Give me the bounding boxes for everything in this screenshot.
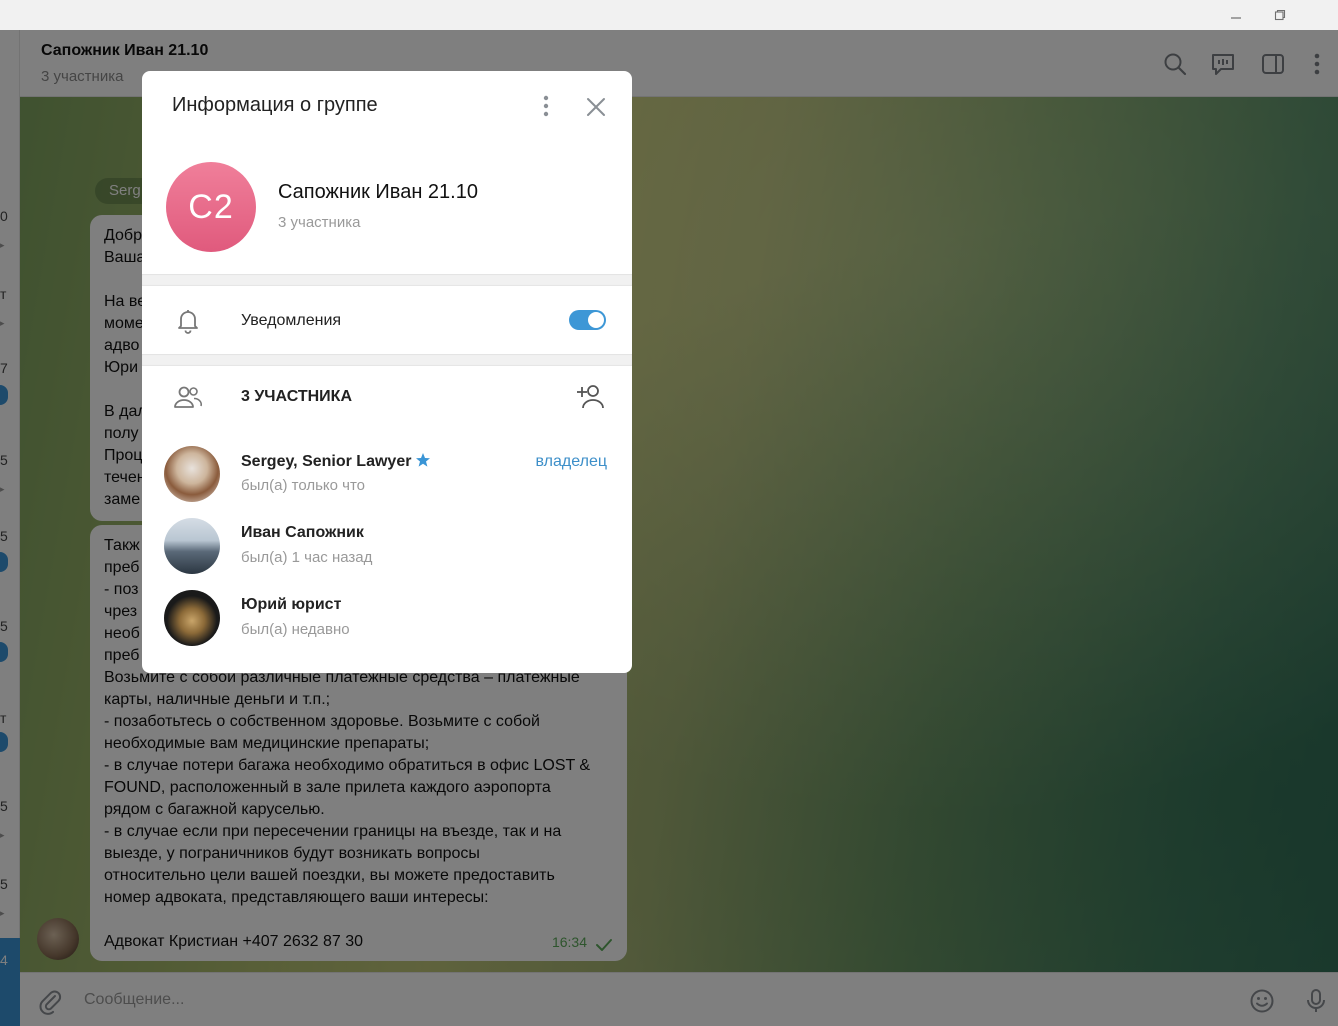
verified-star-icon	[415, 452, 431, 468]
bell-icon	[175, 307, 201, 335]
member-avatar	[164, 446, 220, 502]
restore-icon[interactable]	[1257, 0, 1303, 30]
group-avatar-initials: С2	[188, 187, 234, 226]
group-member-count: 3 участника	[278, 214, 361, 231]
member-name: Sergey, Senior Lawyer	[241, 453, 412, 470]
member-item-yuriy[interactable]: Юрий юрист был(а) недавно	[142, 588, 632, 658]
notifications-toggle[interactable]	[569, 310, 606, 330]
group-info-dialog: Информация о группе С2 Сапожник Иван 21.…	[142, 71, 632, 673]
minimize-icon[interactable]	[1213, 0, 1259, 30]
add-member-icon[interactable]	[576, 382, 606, 410]
section-divider	[142, 274, 632, 286]
member-name: Иван Сапожник	[241, 524, 364, 541]
section-divider	[142, 354, 632, 366]
dialog-title: Информация о группе	[172, 94, 378, 116]
member-item-sergey[interactable]: Sergey, Senior Lawyer был(а) только что …	[142, 444, 632, 514]
notifications-label: Уведомления	[241, 312, 342, 329]
window-titlebar	[0, 0, 1338, 30]
member-item-ivan[interactable]: Иван Сапожник был(а) 1 час назад	[142, 516, 632, 586]
members-header: 3 УЧАСТНИКА	[241, 388, 352, 405]
member-role-badge: владелец	[535, 453, 607, 470]
members-icon	[173, 384, 203, 410]
member-status: был(а) только что	[241, 477, 366, 494]
member-avatar	[164, 590, 220, 646]
member-avatar	[164, 518, 220, 574]
more-vertical-icon[interactable]	[534, 93, 558, 119]
close-icon[interactable]	[583, 94, 609, 120]
toggle-knob	[588, 312, 604, 328]
group-avatar[interactable]: С2	[166, 162, 256, 252]
member-status: был(а) 1 час назад	[241, 549, 373, 566]
group-name: Сапожник Иван 21.10	[278, 181, 478, 203]
member-name: Юрий юрист	[241, 596, 342, 613]
member-status: был(а) недавно	[241, 621, 350, 638]
